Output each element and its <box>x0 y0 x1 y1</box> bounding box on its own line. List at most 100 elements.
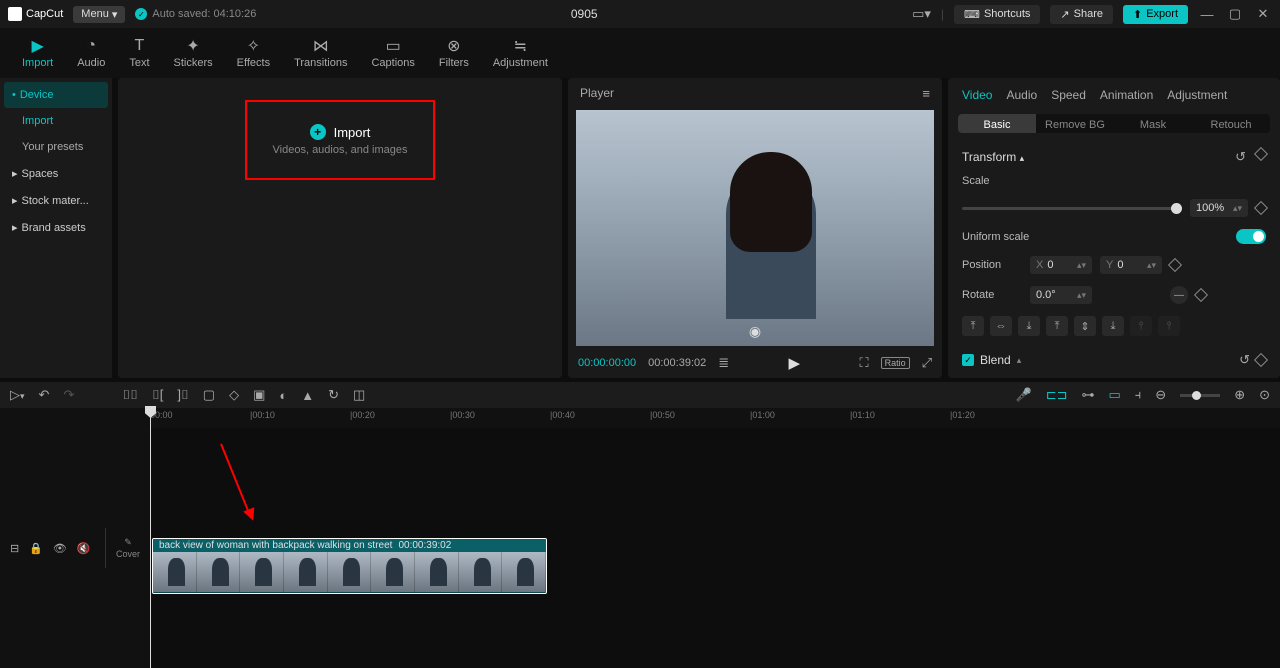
seg-tab-basic[interactable]: Basic <box>958 114 1036 133</box>
video-clip[interactable]: back view of woman with backpack walking… <box>152 538 547 594</box>
align-right[interactable]: ⤓ <box>1018 316 1040 336</box>
prop-tab-video[interactable]: Video <box>962 88 992 102</box>
export-button[interactable]: ⬆ Export <box>1123 5 1188 24</box>
link-icon[interactable]: ⊶ <box>1081 387 1094 403</box>
seg-tab-mask[interactable]: Mask <box>1114 114 1192 133</box>
sidebar-item-stock[interactable]: ▸Stock mater... <box>0 187 112 214</box>
tab-transitions[interactable]: ⋈Transitions <box>282 33 359 73</box>
keyframe-icon[interactable] <box>1254 147 1268 161</box>
ratio-button[interactable]: Ratio <box>881 357 910 369</box>
scale-value[interactable]: 100%▴▾ <box>1190 199 1248 217</box>
prop-tab-adjustment[interactable]: Adjustment <box>1167 88 1227 102</box>
keyframe-icon[interactable] <box>1194 288 1208 302</box>
playhead[interactable] <box>150 408 151 668</box>
collapse-icon[interactable]: ⊟ <box>10 542 19 555</box>
tab-adjustment[interactable]: ≒Adjustment <box>481 33 560 73</box>
lock-icon[interactable]: 🔒 <box>29 542 43 555</box>
crop-button[interactable]: ◫ <box>353 387 365 403</box>
mirror-button[interactable]: ▲ <box>301 388 314 403</box>
sidebar-item-import[interactable]: Import <box>0 108 112 134</box>
clip-duration: 00:00:39:02 <box>398 540 451 551</box>
split-right-button[interactable]: ]⌷ <box>177 387 188 403</box>
align-center-h[interactable]: ⇔ <box>990 316 1012 336</box>
menu-button[interactable]: Menu ▾ <box>73 6 125 23</box>
list-icon[interactable]: ≣ <box>718 355 729 371</box>
preview-icon[interactable]: ▭ <box>1108 387 1120 403</box>
seg-tab-removebg[interactable]: Remove BG <box>1036 114 1114 133</box>
freeze-button[interactable]: ▣ <box>253 387 265 403</box>
cover-button[interactable]: ✎ Cover <box>105 528 140 568</box>
prop-tab-speed[interactable]: Speed <box>1051 88 1086 102</box>
maximize-button[interactable]: ▢ <box>1226 6 1244 22</box>
mute-icon[interactable]: 🔇 <box>77 542 91 555</box>
fullscreen-icon[interactable]: ⤢ <box>922 355 932 371</box>
marker-button[interactable]: ◇ <box>229 387 239 403</box>
align-middle[interactable]: ⇕ <box>1074 316 1096 336</box>
share-button[interactable]: ↗ Share <box>1050 5 1113 24</box>
zoom-slider[interactable] <box>1180 394 1220 397</box>
tab-captions[interactable]: ▭Captions <box>359 33 426 73</box>
sidebar-item-spaces[interactable]: ▸Spaces <box>0 160 112 187</box>
tab-effects[interactable]: ✧Effects <box>225 33 282 73</box>
sidebar-item-brand[interactable]: ▸Brand assets <box>0 214 112 241</box>
align-icon[interactable]: ⫞ <box>1135 387 1142 403</box>
uniform-toggle[interactable] <box>1236 229 1266 244</box>
scale-slider[interactable] <box>962 207 1182 210</box>
delete-button[interactable]: ▢ <box>203 387 215 403</box>
tab-stickers[interactable]: ✦Stickers <box>162 33 225 73</box>
adjust-icon: ≒ <box>511 37 529 55</box>
sidebar-item-presets[interactable]: Your presets <box>0 134 112 160</box>
cursor-tool[interactable]: ▷▾ <box>10 387 25 403</box>
align-left[interactable]: ⤒ <box>962 316 984 336</box>
pos-x-input[interactable]: X0▴▾ <box>1030 256 1092 274</box>
reset-icon[interactable]: ↺ <box>1239 352 1250 368</box>
scale-label: Scale <box>962 175 1022 187</box>
keyframe-icon[interactable] <box>1254 201 1268 215</box>
play-button[interactable]: ▶ <box>789 354 801 372</box>
rotate-reset-icon[interactable]: — <box>1170 286 1188 304</box>
rotate-input[interactable]: 0.0°▴▾ <box>1030 286 1092 304</box>
track-area[interactable]: back view of woman with backpack walking… <box>150 428 1280 668</box>
crop-icon[interactable]: ⛶ <box>859 355 868 371</box>
tab-audio[interactable]: ◔Audio <box>65 33 117 73</box>
keyframe-icon[interactable] <box>1168 258 1182 272</box>
timeline-toolbar: ▷▾ ↶ ↷ ⌷⌷ ⌷[ ]⌷ ▢ ◇ ▣ ◐ ▲ ↻ ◫ 🎤 ⊏⊐ ⊶ ▭ ⫞… <box>0 382 1280 408</box>
seg-tab-retouch[interactable]: Retouch <box>1192 114 1270 133</box>
prop-tab-audio[interactable]: Audio <box>1006 88 1037 102</box>
player-canvas[interactable]: ◉ <box>576 110 934 346</box>
sidebar-item-device[interactable]: •Device <box>4 82 108 108</box>
zoom-out-icon[interactable]: ⊖ <box>1155 387 1166 403</box>
blend-checkbox[interactable]: ✓ <box>962 354 974 366</box>
tab-import[interactable]: ▶Import <box>10 33 65 73</box>
prop-tab-animation[interactable]: Animation <box>1100 88 1153 102</box>
close-button[interactable]: ✕ <box>1254 6 1272 22</box>
snap-icon[interactable]: ⊏⊐ <box>1046 387 1068 403</box>
align-bottom[interactable]: ⤓ <box>1102 316 1124 336</box>
camera-icon[interactable]: ◉ <box>749 323 761 340</box>
pos-y-input[interactable]: Y0▴▾ <box>1100 256 1162 274</box>
fit-icon[interactable]: ⊙ <box>1259 387 1270 403</box>
tab-filters[interactable]: ⊗Filters <box>427 33 481 73</box>
visibility-icon[interactable]: 👁 <box>53 542 67 555</box>
zoom-in-icon[interactable]: ⊕ <box>1234 387 1245 403</box>
reset-icon[interactable]: ↺ <box>1235 149 1246 165</box>
minimize-button[interactable]: — <box>1198 7 1216 22</box>
shortcuts-button[interactable]: ⌨ Shortcuts <box>954 5 1040 24</box>
tab-text[interactable]: TText <box>117 33 161 73</box>
keyframe-icon[interactable] <box>1254 353 1268 367</box>
align-top[interactable]: ⤒ <box>1046 316 1068 336</box>
export-icon: ⬆ <box>1133 8 1142 21</box>
import-dropzone[interactable]: + Import Videos, audios, and images <box>245 100 435 180</box>
split-button[interactable]: ⌷⌷ <box>122 387 138 403</box>
timeline-ruler[interactable]: 00:00 |00:10 |00:20 |00:30 |00:40 |00:50… <box>150 408 1280 428</box>
rotate-button[interactable]: ↻ <box>328 387 339 403</box>
uniform-label: Uniform scale <box>962 231 1029 243</box>
player-menu-icon[interactable]: ≡ <box>922 86 930 101</box>
undo-button[interactable]: ↶ <box>39 387 50 403</box>
reverse-button[interactable]: ◐ <box>279 388 287 403</box>
caret-icon: ▴ <box>1017 355 1022 366</box>
split-left-button[interactable]: ⌷[ <box>152 387 163 403</box>
mic-icon[interactable]: 🎤 <box>1016 387 1032 403</box>
aspect-icon[interactable]: ▭▾ <box>912 6 931 22</box>
app-name: CapCut <box>26 8 63 20</box>
